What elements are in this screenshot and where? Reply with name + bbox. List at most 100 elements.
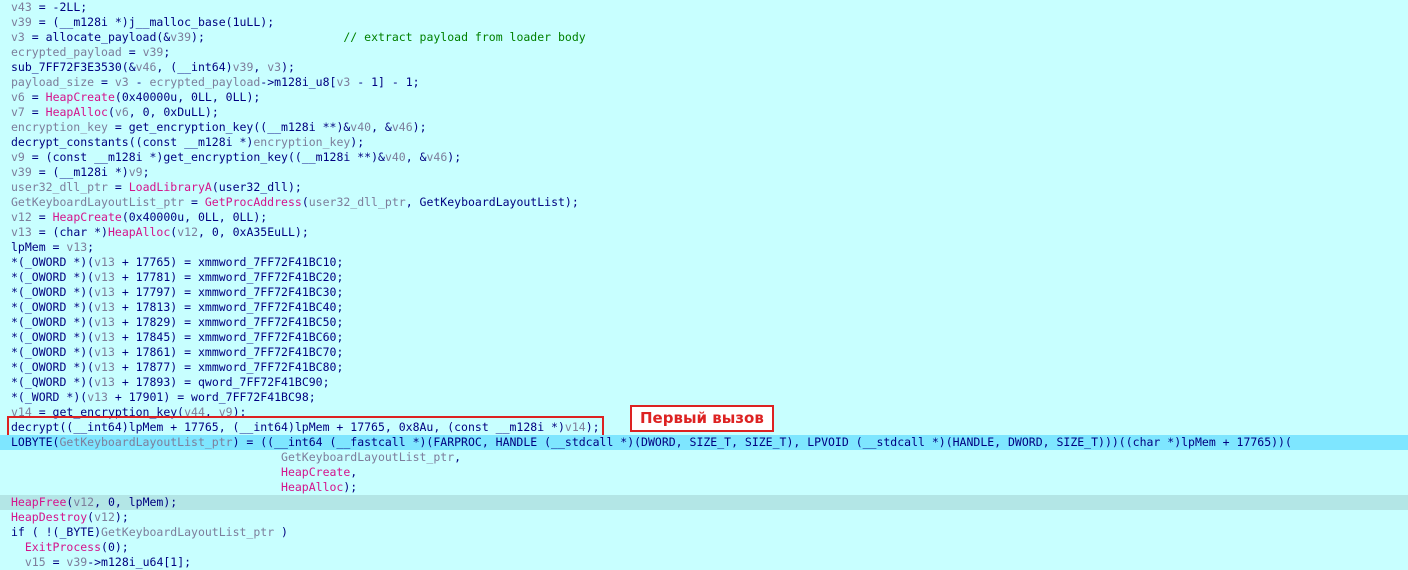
code-token: v6	[114, 105, 129, 119]
code-line[interactable]: v3 = allocate_payload(&v39); // extract …	[0, 30, 1408, 45]
code-line[interactable]: *(_OWORD *)(v13 + 17797) = xmmword_7FF72…	[0, 285, 1408, 300]
code-token: = (	[24, 150, 53, 164]
code-line[interactable]: v7 = HeapAlloc(v6, 0, 0xDuLL);	[0, 105, 1408, 120]
code-token: v13	[66, 240, 88, 254]
code-line[interactable]: lpMem = v13;	[0, 240, 1408, 255]
code-token: )&	[336, 120, 351, 134]
code-token: ;	[87, 240, 95, 254]
code-line[interactable]: *(_OWORD *)(v13 + 17877) = xmmword_7FF72…	[0, 360, 1408, 375]
code-token: __int64 (__fastcall *)(FARPROC, HANDLE (…	[274, 435, 1112, 449]
code-line[interactable]: v39 = (__m128i *)j__malloc_base(1uLL);	[0, 15, 1408, 30]
code-token: =	[121, 45, 143, 59]
code-line[interactable]: HeapCreate,	[0, 465, 1408, 480]
code-token: )(	[80, 360, 95, 374]
code-line[interactable]: GetKeyboardLayoutList_ptr = GetProcAddre…	[0, 195, 1408, 210]
code-token: v13	[11, 225, 32, 239]
code-token: v40	[384, 150, 406, 164]
code-line[interactable]: v13 = (char *)HeapAlloc(v12, 0, 0xA35EuL…	[0, 225, 1408, 240]
code-token: + 17877) = xmmword_7FF72F41BC80;	[114, 360, 344, 374]
code-token: HeapCreate	[52, 210, 122, 224]
code-token: =	[24, 90, 46, 104]
code-token: __int64	[177, 60, 226, 74]
code-line[interactable]: HeapAlloc);	[0, 480, 1408, 495]
code-token: )lpMem + 17765))(	[1174, 435, 1292, 449]
code-token: HeapFree	[11, 495, 67, 509]
code-token: v46	[135, 60, 157, 74]
code-token: );	[350, 135, 365, 149]
code-token: v13	[94, 330, 115, 344]
code-line[interactable]: decrypt_constants((const __m128i *)encry…	[0, 135, 1408, 150]
code-line[interactable]: v12 = HeapCreate(0x40000u, 0LL, 0LL);	[0, 210, 1408, 225]
code-token: v44	[184, 405, 205, 419]
code-token: v12	[94, 510, 115, 524]
code-line[interactable]: GetKeyboardLayoutList_ptr,	[0, 450, 1408, 465]
code-token: _OWORD *	[24, 255, 81, 269]
code-token: )(	[80, 255, 95, 269]
code-token: v13	[94, 315, 115, 329]
code-line[interactable]: LOBYTE(GetKeyboardLayoutList_ptr) = ((__…	[0, 435, 1408, 450]
code-token: v39	[11, 165, 32, 179]
code-line[interactable]: payload_size = v3 - ecrypted_payload->m1…	[0, 75, 1408, 90]
code-token: v9	[218, 405, 233, 419]
code-token: char *	[1132, 435, 1175, 449]
code-line[interactable]: v39 = (__m128i *)v9;	[0, 165, 1408, 180]
code-token: sub_7FF72F3E3530(&	[11, 60, 136, 74]
code-token: _OWORD *	[24, 315, 81, 329]
code-token: =	[24, 105, 46, 119]
code-line[interactable]: user32_dll_ptr = LoadLibraryA(user32_dll…	[0, 180, 1408, 195]
code-token: + 17861) = xmmword_7FF72F41BC70;	[114, 345, 344, 359]
code-token: )(	[80, 375, 95, 389]
code-token: lpMem =	[11, 240, 67, 254]
code-token: ;	[163, 45, 171, 59]
code-token: user32_dll_ptr	[11, 180, 108, 194]
code-token: HeapDestroy	[11, 510, 88, 524]
code-line[interactable]: *(_OWORD *)(v13 + 17829) = xmmword_7FF72…	[0, 315, 1408, 330]
code-line[interactable]: HeapFree(v12, 0, lpMem);	[0, 495, 1408, 510]
code-token: =	[31, 210, 53, 224]
pseudocode-view[interactable]: v43 = -2LL; v39 = (__m128i *)j__malloc_ba…	[0, 0, 1408, 570]
code-line[interactable]: HeapDestroy(v12);	[0, 510, 1408, 525]
code-token: _OWORD *	[24, 285, 81, 299]
code-token: ;	[142, 165, 150, 179]
code-token: v15	[24, 555, 46, 569]
code-token: (0);	[101, 540, 129, 554]
code-token: v40	[350, 120, 372, 134]
code-line[interactable]: encryption_key = get_encryption_key((__m…	[0, 120, 1408, 135]
code-token: (user32_dll);	[211, 180, 302, 194]
code-line[interactable]: v6 = HeapCreate(0x40000u, 0LL, 0LL);	[0, 90, 1408, 105]
code-token: = get_encryption_key(	[31, 405, 185, 419]
code-token: ,	[454, 450, 462, 464]
code-line[interactable]: *(_OWORD *)(v13 + 17813) = xmmword_7FF72…	[0, 300, 1408, 315]
code-token: );	[585, 420, 600, 434]
code-token: )(	[80, 300, 95, 314]
code-line[interactable]: ExitProcess(0);	[0, 540, 1408, 555]
code-token: (	[301, 195, 309, 209]
code-token: v13	[94, 255, 115, 269]
code-token: *(	[11, 375, 25, 389]
code-line[interactable]: *(_WORD *)(v13 + 17901) = word_7FF72F41B…	[0, 390, 1408, 405]
code-line[interactable]: *(_OWORD *)(v13 + 17845) = xmmword_7FF72…	[0, 330, 1408, 345]
code-line[interactable]: sub_7FF72F3E3530(&v46, (__int64)v39, v3)…	[0, 60, 1408, 75]
code-line[interactable]: *(_QWORD *)(v13 + 17893) = qword_7FF72F4…	[0, 375, 1408, 390]
code-token: v13	[94, 375, 115, 389]
code-token: v9	[128, 165, 143, 179]
code-line[interactable]: *(_OWORD *)(v13 + 17781) = xmmword_7FF72…	[0, 270, 1408, 285]
code-token: )	[121, 165, 129, 179]
code-line[interactable]: v43 = -2LL;	[0, 0, 1408, 15]
code-line[interactable]: *(_OWORD *)(v13 + 17861) = xmmword_7FF72…	[0, 345, 1408, 360]
code-token: __int64	[73, 420, 122, 434]
code-line[interactable]: *(_OWORD *)(v13 + 17765) = xmmword_7FF72…	[0, 255, 1408, 270]
code-line[interactable]: v15 = v39->m128i_u64[1];	[0, 555, 1408, 570]
code-token: );	[447, 150, 462, 164]
code-token: LoadLibraryA	[128, 180, 212, 194]
code-token: =	[94, 75, 115, 89]
code-token: v14	[11, 405, 32, 419]
code-line[interactable]: v9 = (const __m128i *)get_encryption_key…	[0, 150, 1408, 165]
code-token: v13	[94, 345, 115, 359]
code-line[interactable]: ecrypted_payload = v39;	[0, 45, 1408, 60]
code-line[interactable]: if ( !(_BYTE)GetKeyboardLayoutList_ptr )	[0, 525, 1408, 540]
code-token: )j__malloc_base(1uLL);	[121, 15, 275, 29]
code-token: ) = ((	[232, 435, 275, 449]
